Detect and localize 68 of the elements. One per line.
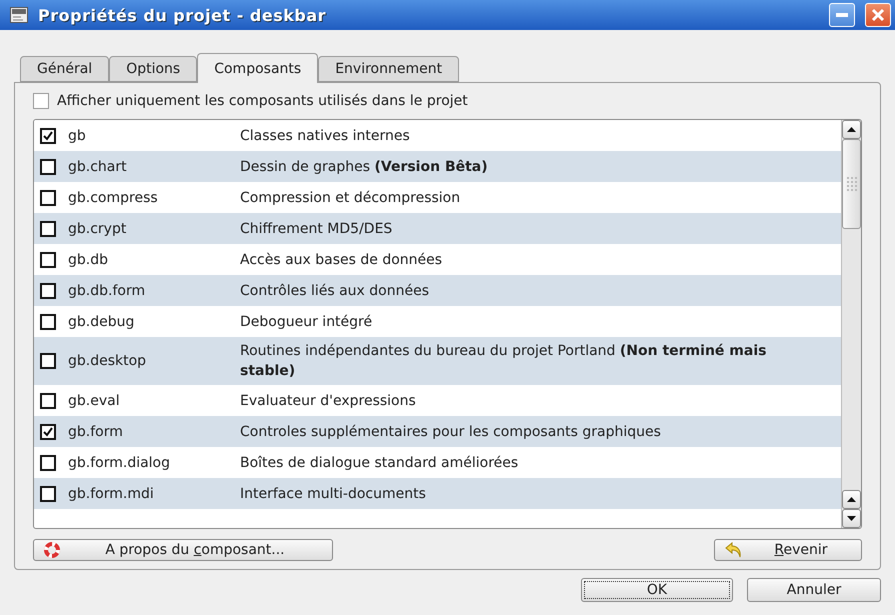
checkbox[interactable] [40, 353, 56, 369]
minimize-icon [836, 13, 848, 17]
list-row[interactable]: gb.form Controles supplémentaires pour les composants graphiques [34, 416, 841, 447]
component-description: Dessin de graphes (Version Bêta) [240, 158, 489, 176]
tab[interactable]: Composants [197, 53, 318, 83]
dialog-button[interactable]: Annuler [747, 578, 881, 602]
down-arrow-icon [847, 516, 856, 521]
component-name: gb [68, 128, 87, 144]
scroll-up-button[interactable] [842, 490, 861, 509]
tab[interactable]: Options [109, 56, 198, 82]
component-description: Chiffrement MD5/DES [240, 220, 394, 238]
checkbox[interactable] [40, 190, 56, 206]
checkbox[interactable] [40, 486, 56, 502]
checkbox[interactable] [40, 158, 56, 174]
up-arrow-icon [847, 127, 856, 132]
component-description: Boîtes de dialogue standard améliorées [240, 454, 520, 472]
component-name: gb.compress [68, 190, 159, 206]
component-description: Evaluateur d'expressions [240, 392, 417, 410]
component-description: Contrôles liés aux données [240, 282, 430, 300]
component-name: gb.form [68, 424, 124, 440]
scrollbar[interactable] [841, 120, 861, 528]
component-description: Controles supplémentaires pour les composants graphiques [240, 422, 662, 442]
back-arrow-icon [725, 542, 743, 558]
component-description: Compression et décompression [240, 188, 462, 208]
list-row[interactable]: gb.chart Dessin de graphes (Version Bêta) [34, 151, 841, 182]
component-description: Accès aux bases de données [240, 250, 444, 270]
checkbox[interactable] [33, 93, 49, 109]
revert-button[interactable]: Revenir [714, 539, 862, 561]
list-row[interactable]: gb.desktop Routines indépendantes du bureau du projet Portland (Non terminé mais stable) [34, 337, 841, 385]
component-name: gb.form.dialog [68, 454, 172, 470]
component-description: Classes natives internes [240, 126, 411, 146]
close-icon [871, 8, 885, 22]
tab[interactable]: Général [20, 56, 110, 82]
list-row[interactable]: gb.db.form Contrôles liés aux données [34, 275, 841, 306]
up-arrow-icon [847, 497, 856, 502]
scroll-thumb[interactable] [842, 139, 861, 229]
checkbox[interactable] [40, 454, 56, 470]
component-name: gb.debug [68, 314, 136, 330]
window-title: Propriétés du projet - deskbar [38, 6, 328, 24]
checkbox[interactable] [40, 128, 56, 144]
component-description: Routines indépendantes du bureau du projet Portland (Non terminé mais stable) [240, 342, 768, 381]
checkbox[interactable] [40, 252, 56, 268]
component-name: gb.chart [68, 158, 128, 174]
checkbox[interactable] [40, 282, 56, 298]
list-row[interactable]: gb.crypt Chiffrement MD5/DES [34, 213, 841, 244]
tab[interactable]: Environnement [318, 56, 460, 82]
list-row[interactable]: gb.form.mdi Interface multi-documents [34, 478, 841, 509]
checkbox[interactable] [40, 424, 56, 440]
component-description: Interface multi-documents [240, 484, 427, 504]
window-icon [10, 7, 28, 23]
component-name: gb.crypt [68, 220, 128, 236]
component-name: gb.desktop [68, 353, 148, 369]
component-description: Debogueur intégré [240, 312, 374, 332]
checkbox[interactable] [40, 392, 56, 408]
about-button[interactable]: A propos du composant... [33, 539, 333, 561]
checkbox[interactable] [40, 220, 56, 236]
component-name: gb.eval [68, 392, 121, 408]
component-name: gb.form.mdi [68, 486, 155, 502]
minimize-button[interactable] [829, 3, 855, 27]
scroll-down-button[interactable] [842, 509, 861, 528]
checkbox-label: Afficher uniquement les composants utilisés dans le projet [57, 93, 468, 109]
dialog-button[interactable]: OK [581, 578, 733, 602]
close-button[interactable] [865, 3, 891, 27]
lifebuoy-icon [44, 542, 60, 558]
checkbox[interactable] [40, 314, 56, 330]
component-name: gb.db [68, 252, 109, 268]
component-name: gb.db.form [68, 282, 146, 298]
scroll-up-button[interactable] [842, 120, 861, 139]
